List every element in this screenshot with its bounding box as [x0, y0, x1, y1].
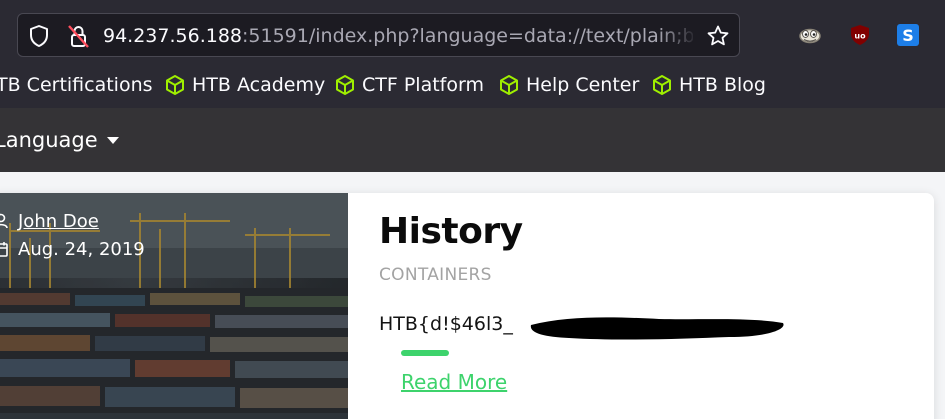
extension-icon[interactable] — [798, 24, 822, 46]
bookmark-label: TB Certifications — [0, 74, 153, 96]
insecure-lock-icon[interactable] — [66, 23, 90, 49]
bookmark-label: CTF Platform — [362, 74, 484, 96]
redaction-mark — [530, 317, 784, 340]
browser-toolbar: 94.237.56.188:51591/index.php?language=d… — [0, 0, 945, 62]
bookmark-label: Help Center — [526, 74, 640, 96]
htb-cube-icon — [653, 75, 671, 95]
star-icon[interactable] — [706, 24, 730, 48]
svg-text:S: S — [902, 26, 914, 45]
url-host: 94.237.56.188 — [103, 25, 243, 47]
blog-post-card: John Doe Aug. 24, 2019 History CONTAINER… — [0, 193, 934, 419]
bookmark-label: HTB Blog — [679, 74, 766, 96]
svg-text:uo: uo — [854, 32, 866, 41]
post-category: CONTAINERS — [379, 265, 492, 285]
user-icon — [0, 213, 8, 229]
read-more-link[interactable]: Read More — [401, 370, 507, 394]
post-date: Aug. 24, 2019 — [0, 236, 145, 262]
post-author[interactable]: John Doe — [0, 208, 99, 234]
bookmark-help-center[interactable]: Help Center — [498, 70, 639, 100]
bookmark-htb-academy[interactable]: HTB Academy — [164, 70, 325, 100]
bookmark-ctf-platform[interactable]: CTF Platform — [334, 70, 484, 100]
site-navbar: Language — [0, 108, 945, 172]
url-text[interactable]: 94.237.56.188:51591/index.php?language=d… — [103, 23, 693, 49]
url-path: :51591/index.php?language=data://text/pl… — [242, 25, 693, 47]
ublock-icon[interactable]: uo — [848, 24, 872, 46]
htb-cube-icon — [166, 75, 184, 95]
language-dropdown[interactable]: Language — [0, 125, 119, 155]
htb-cube-icon — [500, 75, 518, 95]
bookmark-htb-certifications[interactable]: TB Certifications — [0, 70, 153, 100]
caret-down-icon — [106, 136, 119, 144]
htb-cube-icon — [336, 75, 354, 95]
url-fade — [658, 18, 698, 54]
post-content: HTB{d!$46l3_ — [379, 313, 513, 335]
bookmark-label: HTB Academy — [192, 74, 326, 96]
calendar-icon — [0, 242, 8, 257]
post-title: History — [379, 211, 523, 252]
accent-bar — [401, 350, 449, 356]
post-image: John Doe Aug. 24, 2019 — [0, 193, 348, 419]
url-bar[interactable]: 94.237.56.188:51591/index.php?language=d… — [17, 13, 740, 57]
author-name[interactable]: John Doe — [18, 211, 99, 232]
language-label: Language — [0, 128, 98, 152]
date-text: Aug. 24, 2019 — [18, 238, 145, 260]
bookmark-htb-blog[interactable]: HTB Blog — [651, 70, 766, 100]
shield-icon[interactable] — [28, 24, 50, 48]
extension-s-icon[interactable]: S — [896, 24, 920, 46]
bookmarks-bar: TB Certifications HTB Academy CTF Platfo… — [0, 62, 945, 108]
